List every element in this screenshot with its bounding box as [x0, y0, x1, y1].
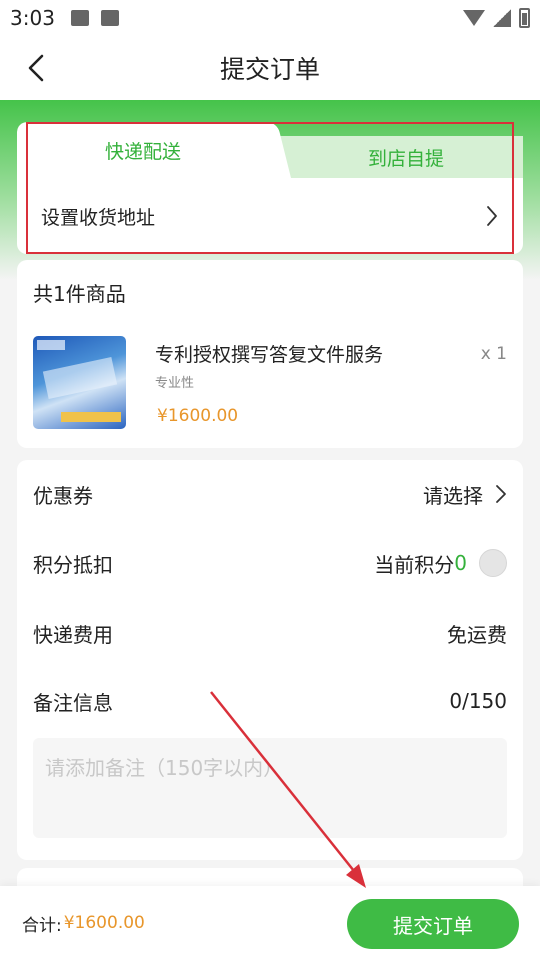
set-address-row[interactable]: 设置收货地址 — [17, 178, 523, 254]
product-tag: 专业性 — [155, 376, 195, 391]
page-title: 提交订单 — [219, 55, 320, 84]
coupon-value: 请选择 — [423, 483, 483, 508]
wifi-icon — [463, 10, 485, 26]
set-address-label: 设置收货地址 — [41, 206, 156, 229]
tab-express-delivery-label: 快递配送 — [104, 140, 181, 163]
tab-express-delivery[interactable]: 快递配送 — [17, 122, 269, 178]
points-label: 积分抵扣 — [33, 552, 113, 577]
coupon-label: 优惠券 — [33, 483, 93, 508]
remark-counter: 0/150 — [449, 689, 507, 713]
status-bar: 3:03 — [0, 0, 540, 36]
points-row: 积分抵扣 当前积分 0 — [17, 533, 523, 593]
points-toggle[interactable] — [479, 549, 507, 577]
product-quantity: x 1 — [480, 344, 507, 364]
status-time: 3:03 — [10, 6, 55, 30]
chevron-right-icon — [496, 485, 506, 503]
tab-store-pickup[interactable]: 到店自提 — [269, 136, 523, 178]
signal-icon — [493, 9, 511, 27]
order-options-card: 优惠券 请选择 积分抵扣 当前积分 0 快递费用 免运费 备注信息 0/150 — [17, 460, 523, 860]
battery-icon — [519, 8, 530, 28]
remark-row: 备注信息 0/150 — [17, 671, 523, 731]
back-button[interactable] — [20, 52, 52, 84]
submit-order-button[interactable]: 提交订单 — [347, 899, 519, 949]
shipping-row: 快递费用 免运费 — [17, 603, 523, 663]
total-label: 合计: — [22, 915, 62, 936]
points-value: 0 — [454, 551, 467, 575]
goods-count-label: 共1件商品 — [33, 282, 126, 306]
chevron-right-icon — [487, 206, 497, 226]
total-value: ¥1600.00 — [63, 913, 145, 933]
coupon-row[interactable]: 优惠券 请选择 — [17, 464, 523, 524]
shipping-value: 免运费 — [447, 622, 507, 647]
tab-store-pickup-label: 到店自提 — [367, 147, 444, 170]
remark-input[interactable] — [33, 738, 507, 838]
product-price: ¥1600.00 — [157, 406, 239, 426]
submit-order-label: 提交订单 — [393, 913, 473, 938]
image-icon — [70, 10, 89, 26]
shipping-label: 快递费用 — [33, 622, 113, 647]
goods-card: 共1件商品 专利授权撰写答复文件服务 x 1 专业性 ¥1600.00 — [17, 260, 523, 448]
chevron-left-icon — [28, 54, 44, 82]
product-name[interactable]: 专利授权撰写答复文件服务 — [155, 340, 383, 367]
delivery-card: 到店自提 快递配送 设置收货地址 — [17, 122, 523, 254]
text-notification-icon — [100, 10, 119, 26]
footer-bar: 合计: ¥1600.00 提交订单 — [0, 886, 540, 960]
remark-label: 备注信息 — [33, 690, 113, 715]
points-prefix: 当前积分 — [374, 552, 455, 577]
product-thumbnail[interactable] — [33, 336, 126, 429]
nav-bar: 提交订单 — [0, 36, 540, 100]
